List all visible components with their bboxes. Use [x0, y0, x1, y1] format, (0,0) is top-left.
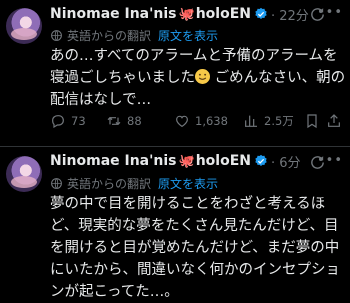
- like-icon: [176, 115, 188, 128]
- repost-count: 88: [127, 114, 142, 128]
- timestamp[interactable]: · 6分: [271, 152, 301, 171]
- show-original-link[interactable]: 原文を表示: [158, 27, 218, 44]
- repost-button[interactable]: 88: [106, 113, 142, 129]
- reply-button[interactable]: 73: [50, 113, 86, 129]
- avatar[interactable]: [6, 156, 42, 192]
- globe-icon: [51, 177, 62, 189]
- tweet-text: あの…すべてのアラームと予備のアラームを寝過ごしちゃいました ごめんなさい、朝の…: [50, 45, 346, 111]
- bookmark-button[interactable]: [304, 113, 325, 129]
- tweet-2[interactable]: Ninomae Ina'nis 🐙 holoEN · 6分 ••• 英語からの翻…: [0, 147, 350, 300]
- author-name-suffix[interactable]: holoEN: [196, 153, 251, 169]
- author-name[interactable]: Ninomae Ina'nis: [50, 153, 177, 169]
- octopus-emoji: 🐙: [178, 6, 195, 22]
- share-icon: [328, 114, 340, 127]
- globe-icon: [51, 29, 62, 41]
- reply-icon: [52, 115, 64, 129]
- repost-icon: [107, 116, 121, 126]
- translation-label: 英語からの翻訳: [67, 28, 152, 43]
- author-name[interactable]: Ninomae Ina'nis: [50, 6, 177, 22]
- tweet-header: Ninomae Ina'nis 🐙 holoEN · 22分: [50, 4, 312, 24]
- translation-row: 英語からの翻訳 原文を表示: [50, 27, 218, 43]
- avatar[interactable]: [6, 8, 42, 44]
- translation-row: 英語からの翻訳 原文を表示: [50, 175, 218, 191]
- views-count: 2.5万: [264, 114, 294, 128]
- views-button[interactable]: 2.5万: [243, 113, 294, 129]
- tweet-header: Ninomae Ina'nis 🐙 holoEN · 6分: [50, 151, 312, 171]
- verified-badge-icon: [255, 154, 267, 166]
- timestamp[interactable]: · 22分: [271, 5, 309, 24]
- tweet-1[interactable]: Ninomae Ina'nis 🐙 holoEN · 22分 ••• 英語からの…: [0, 0, 350, 147]
- more-icon[interactable]: •••: [317, 153, 343, 168]
- octopus-emoji: 🐙: [178, 153, 195, 169]
- bookmark-icon: [307, 114, 317, 129]
- like-button[interactable]: 1,638: [174, 113, 228, 129]
- like-count: 1,638: [195, 114, 228, 128]
- show-original-link[interactable]: 原文を表示: [158, 175, 218, 192]
- slightly-smiling-face-icon: [195, 69, 210, 84]
- more-icon[interactable]: •••: [317, 5, 343, 20]
- author-name-suffix[interactable]: holoEN: [196, 6, 251, 22]
- translation-label: 英語からの翻訳: [67, 176, 152, 191]
- views-icon: [245, 115, 257, 127]
- share-button[interactable]: [326, 113, 347, 129]
- tweet-text: 夢の中で目を開けることをわざと考えるほど、現実的な夢をたくさん見たんだけど、目を…: [50, 196, 340, 300]
- tweet-actions: 73 88 1,638 2.5万: [50, 111, 342, 131]
- verified-badge-icon: [255, 7, 267, 19]
- reply-count: 73: [71, 114, 86, 128]
